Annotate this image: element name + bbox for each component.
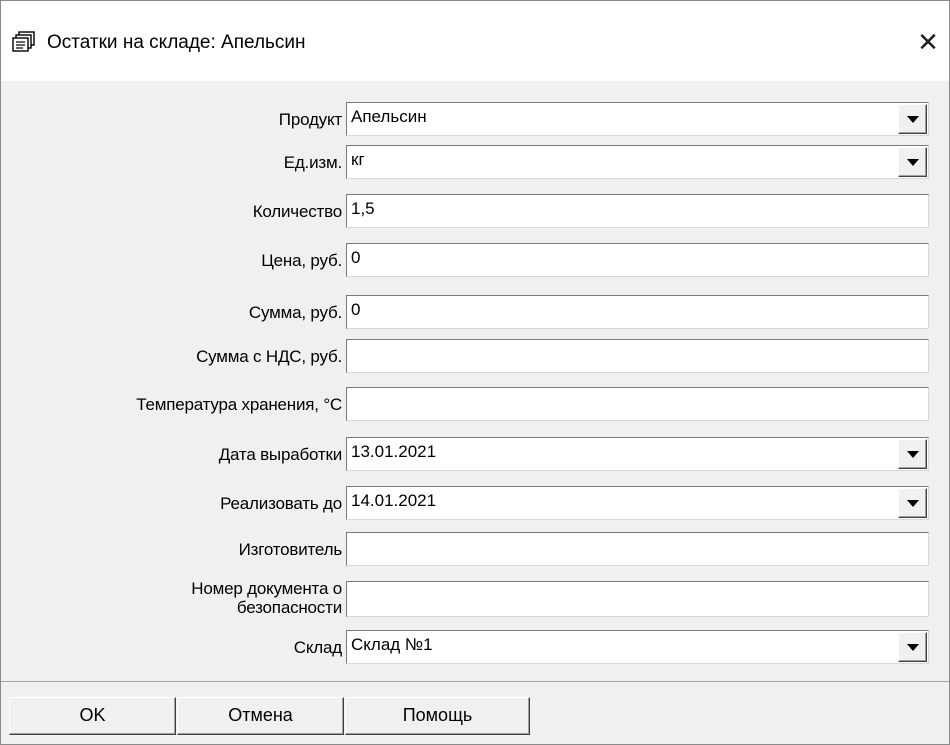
unit-combobox[interactable]: кг [346,145,929,179]
sell-by-date-picker[interactable]: 14.01.2021 [346,486,929,520]
quantity-label: Количество [252,201,342,221]
footer-divider [1,681,949,682]
storage-temp-input[interactable] [346,387,929,421]
safety-doc-label-line1: Номер документа о [191,579,342,598]
documents-icon [12,31,35,52]
warehouse-combobox[interactable]: Склад №1 [346,630,929,664]
ok-button[interactable]: OK [9,697,176,735]
sum-input[interactable]: 0 [346,295,929,329]
safety-doc-label: Номер документа о безопасности [191,573,342,623]
row-sell-by: Реализовать до 14.01.2021 [1,486,949,520]
form-body: Продукт Апельсин Ед.изм. кг Количество 1… [1,81,949,681]
unit-value: кг [351,150,365,169]
production-date-value: 13.01.2021 [351,442,437,461]
price-input[interactable]: 0 [346,243,929,277]
close-button[interactable]: ✕ [913,28,943,58]
product-label: Продукт [278,109,342,129]
safety-doc-label-line2: безопасности [236,598,342,617]
sell-by-value: 14.01.2021 [351,491,437,510]
sum-vat-label: Сумма с НДС, руб. [196,346,342,366]
product-dropdown-arrow-icon[interactable] [898,104,927,134]
price-label: Цена, руб. [261,250,342,270]
row-manufacturer: Изготовитель [1,532,949,566]
production-date-picker[interactable]: 13.01.2021 [346,437,929,471]
window-title: Остатки на складе: Апельсин [47,32,306,53]
warehouse-value: Склад №1 [351,635,433,654]
cancel-button[interactable]: Отмена [177,697,344,735]
unit-label: Ед.изм. [283,152,342,172]
row-sum-vat: Сумма с НДС, руб. [1,339,949,373]
dialog-window: Остатки на складе: Апельсин ✕ Продукт Ап… [0,0,950,745]
warehouse-dropdown-arrow-icon[interactable] [898,632,927,662]
manufacturer-label: Изготовитель [238,539,343,559]
quantity-input[interactable]: 1,5 [346,194,929,228]
row-product: Продукт Апельсин [1,102,949,136]
storage-temp-label: Температура хранения, °С [136,394,342,414]
sum-vat-input[interactable] [346,339,929,373]
row-unit: Ед.изм. кг [1,145,949,179]
product-value: Апельсин [351,107,427,126]
production-date-dropdown-arrow-icon[interactable] [898,439,927,469]
row-sum: Сумма, руб. 0 [1,295,949,329]
warehouse-label: Склад [293,637,342,657]
unit-dropdown-arrow-icon[interactable] [898,147,927,177]
close-icon: ✕ [917,27,939,57]
product-combobox[interactable]: Апельсин [346,102,929,136]
title-bar[interactable]: Остатки на складе: Апельсин ✕ [1,1,949,81]
row-warehouse: Склад Склад №1 [1,630,949,664]
sum-value: 0 [351,300,361,319]
row-production-date: Дата выработки 13.01.2021 [1,437,949,471]
sell-by-dropdown-arrow-icon[interactable] [898,488,927,518]
safety-doc-input[interactable] [346,581,929,617]
price-value: 0 [351,248,361,267]
help-button[interactable]: Помощь [345,697,530,735]
row-storage-temp: Температура хранения, °С [1,387,949,421]
manufacturer-input[interactable] [346,532,929,566]
row-price: Цена, руб. 0 [1,243,949,277]
production-date-label: Дата выработки [218,444,342,464]
row-safety-doc: Номер документа о безопасности [1,579,949,617]
quantity-value: 1,5 [351,199,375,218]
sell-by-label: Реализовать до [220,493,342,513]
row-quantity: Количество 1,5 [1,194,949,228]
sum-label: Сумма, руб. [248,302,342,322]
